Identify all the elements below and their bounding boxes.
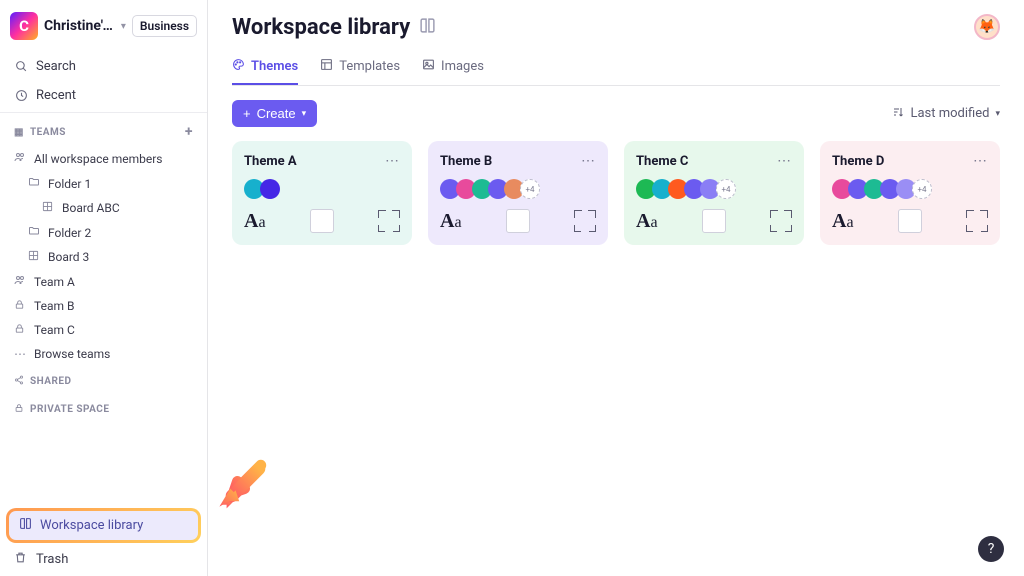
user-avatar[interactable]: 🦊 bbox=[974, 14, 1000, 40]
all-workspace-members[interactable]: All workspace members bbox=[0, 146, 207, 171]
swatch-row: +4 bbox=[440, 179, 596, 199]
theme-cards: Theme A ⋯ Aa Theme B ⋯ +4 Aa Theme C ⋯ +… bbox=[232, 141, 1000, 245]
image-icon bbox=[422, 58, 435, 75]
recent-item[interactable]: Recent bbox=[0, 81, 207, 110]
shape-sample bbox=[898, 209, 922, 233]
book-icon bbox=[419, 17, 436, 38]
people-icon bbox=[14, 151, 27, 166]
team-c[interactable]: Team C bbox=[0, 318, 207, 342]
ellipsis-icon: ⋯ bbox=[14, 347, 27, 361]
tabs: Themes Templates Images bbox=[232, 50, 1000, 86]
template-icon bbox=[320, 58, 333, 75]
create-button[interactable]: + Create ▾ bbox=[232, 100, 317, 127]
frame-icon bbox=[966, 210, 988, 232]
extra-swatch: +4 bbox=[520, 179, 540, 199]
tab-templates[interactable]: Templates bbox=[320, 50, 400, 85]
help-button[interactable]: ? bbox=[978, 536, 1004, 562]
theme-card[interactable]: Theme B ⋯ +4 Aa bbox=[428, 141, 608, 245]
share-icon bbox=[14, 375, 24, 388]
folder-icon bbox=[28, 176, 41, 191]
theme-title: Theme D bbox=[832, 154, 884, 169]
annotation-arrow-icon bbox=[214, 458, 268, 512]
team-b[interactable]: Team B bbox=[0, 294, 207, 318]
board-abc[interactable]: Board ABC bbox=[0, 196, 207, 220]
teams-icon: ▦ bbox=[14, 127, 24, 138]
search-label: Search bbox=[36, 59, 76, 74]
tab-images[interactable]: Images bbox=[422, 50, 484, 85]
lock-icon bbox=[14, 299, 27, 313]
board-icon bbox=[42, 201, 55, 215]
chevron-down-icon: ▾ bbox=[995, 109, 1000, 119]
page-title: Workspace library bbox=[232, 15, 436, 40]
card-more-button[interactable]: ⋯ bbox=[581, 153, 596, 169]
plan-badge: Business bbox=[132, 15, 197, 37]
trash-link[interactable]: Trash bbox=[0, 543, 207, 576]
search-item[interactable]: Search bbox=[0, 52, 207, 81]
workspace-library-link[interactable]: Workspace library bbox=[9, 511, 198, 540]
search-icon bbox=[14, 60, 28, 73]
sort-button[interactable]: Last modified ▾ bbox=[892, 106, 1000, 122]
trash-icon bbox=[14, 551, 28, 568]
typography-sample: Aa bbox=[244, 210, 266, 233]
lock-icon bbox=[14, 403, 24, 416]
workspace-logo: C bbox=[10, 12, 38, 40]
workspace-switcher[interactable]: C Christine's… ▾ Business bbox=[0, 0, 207, 52]
all-members-label: All workspace members bbox=[34, 152, 163, 166]
swatch-row bbox=[244, 179, 400, 199]
clock-icon bbox=[14, 89, 28, 102]
swatch-row: +4 bbox=[832, 179, 988, 199]
workspace-library-highlight: Workspace library bbox=[6, 508, 201, 543]
typography-sample: Aa bbox=[832, 210, 854, 233]
team-a[interactable]: Team A bbox=[0, 269, 207, 294]
sidebar: C Christine's… ▾ Business Search Recent … bbox=[0, 0, 208, 576]
theme-card[interactable]: Theme A ⋯ Aa bbox=[232, 141, 412, 245]
people-icon bbox=[14, 274, 27, 289]
shape-sample bbox=[702, 209, 726, 233]
palette-icon bbox=[232, 58, 245, 75]
lock-icon bbox=[14, 323, 27, 337]
shape-sample bbox=[506, 209, 530, 233]
frame-icon bbox=[378, 210, 400, 232]
folder-1[interactable]: Folder 1 bbox=[0, 171, 207, 196]
shared-section-header: SHARED bbox=[0, 366, 207, 394]
sort-icon bbox=[892, 106, 904, 122]
card-more-button[interactable]: ⋯ bbox=[973, 153, 988, 169]
theme-title: Theme B bbox=[440, 154, 492, 169]
typography-sample: Aa bbox=[440, 210, 462, 233]
frame-icon bbox=[770, 210, 792, 232]
color-swatch bbox=[260, 179, 280, 199]
folder-2[interactable]: Folder 2 bbox=[0, 220, 207, 245]
private-section-header: PRIVATE SPACE bbox=[0, 394, 207, 422]
add-team-button[interactable]: + bbox=[185, 124, 193, 140]
book-icon bbox=[19, 517, 32, 534]
plus-icon: + bbox=[243, 106, 251, 121]
theme-card[interactable]: Theme D ⋯ +4 Aa bbox=[820, 141, 1000, 245]
card-more-button[interactable]: ⋯ bbox=[385, 153, 400, 169]
recent-label: Recent bbox=[36, 88, 76, 103]
tab-themes[interactable]: Themes bbox=[232, 50, 298, 85]
card-more-button[interactable]: ⋯ bbox=[777, 153, 792, 169]
workspace-name: Christine's… bbox=[44, 18, 115, 34]
chevron-down-icon: ▾ bbox=[121, 21, 126, 32]
board-3[interactable]: Board 3 bbox=[0, 245, 207, 269]
chevron-down-icon: ▾ bbox=[302, 108, 307, 119]
shape-sample bbox=[310, 209, 334, 233]
theme-title: Theme A bbox=[244, 154, 297, 169]
theme-title: Theme C bbox=[636, 154, 688, 169]
board-icon bbox=[28, 250, 41, 264]
frame-icon bbox=[574, 210, 596, 232]
theme-card[interactable]: Theme C ⋯ +4 Aa bbox=[624, 141, 804, 245]
typography-sample: Aa bbox=[636, 210, 658, 233]
extra-swatch: +4 bbox=[912, 179, 932, 199]
extra-swatch: +4 bbox=[716, 179, 736, 199]
main-content: Workspace library 🦊 Themes Templates bbox=[208, 0, 1024, 576]
browse-teams[interactable]: ⋯ Browse teams bbox=[0, 342, 207, 366]
teams-section-header: ▦TEAMS + bbox=[0, 115, 207, 146]
folder-icon bbox=[28, 225, 41, 240]
swatch-row: +4 bbox=[636, 179, 792, 199]
